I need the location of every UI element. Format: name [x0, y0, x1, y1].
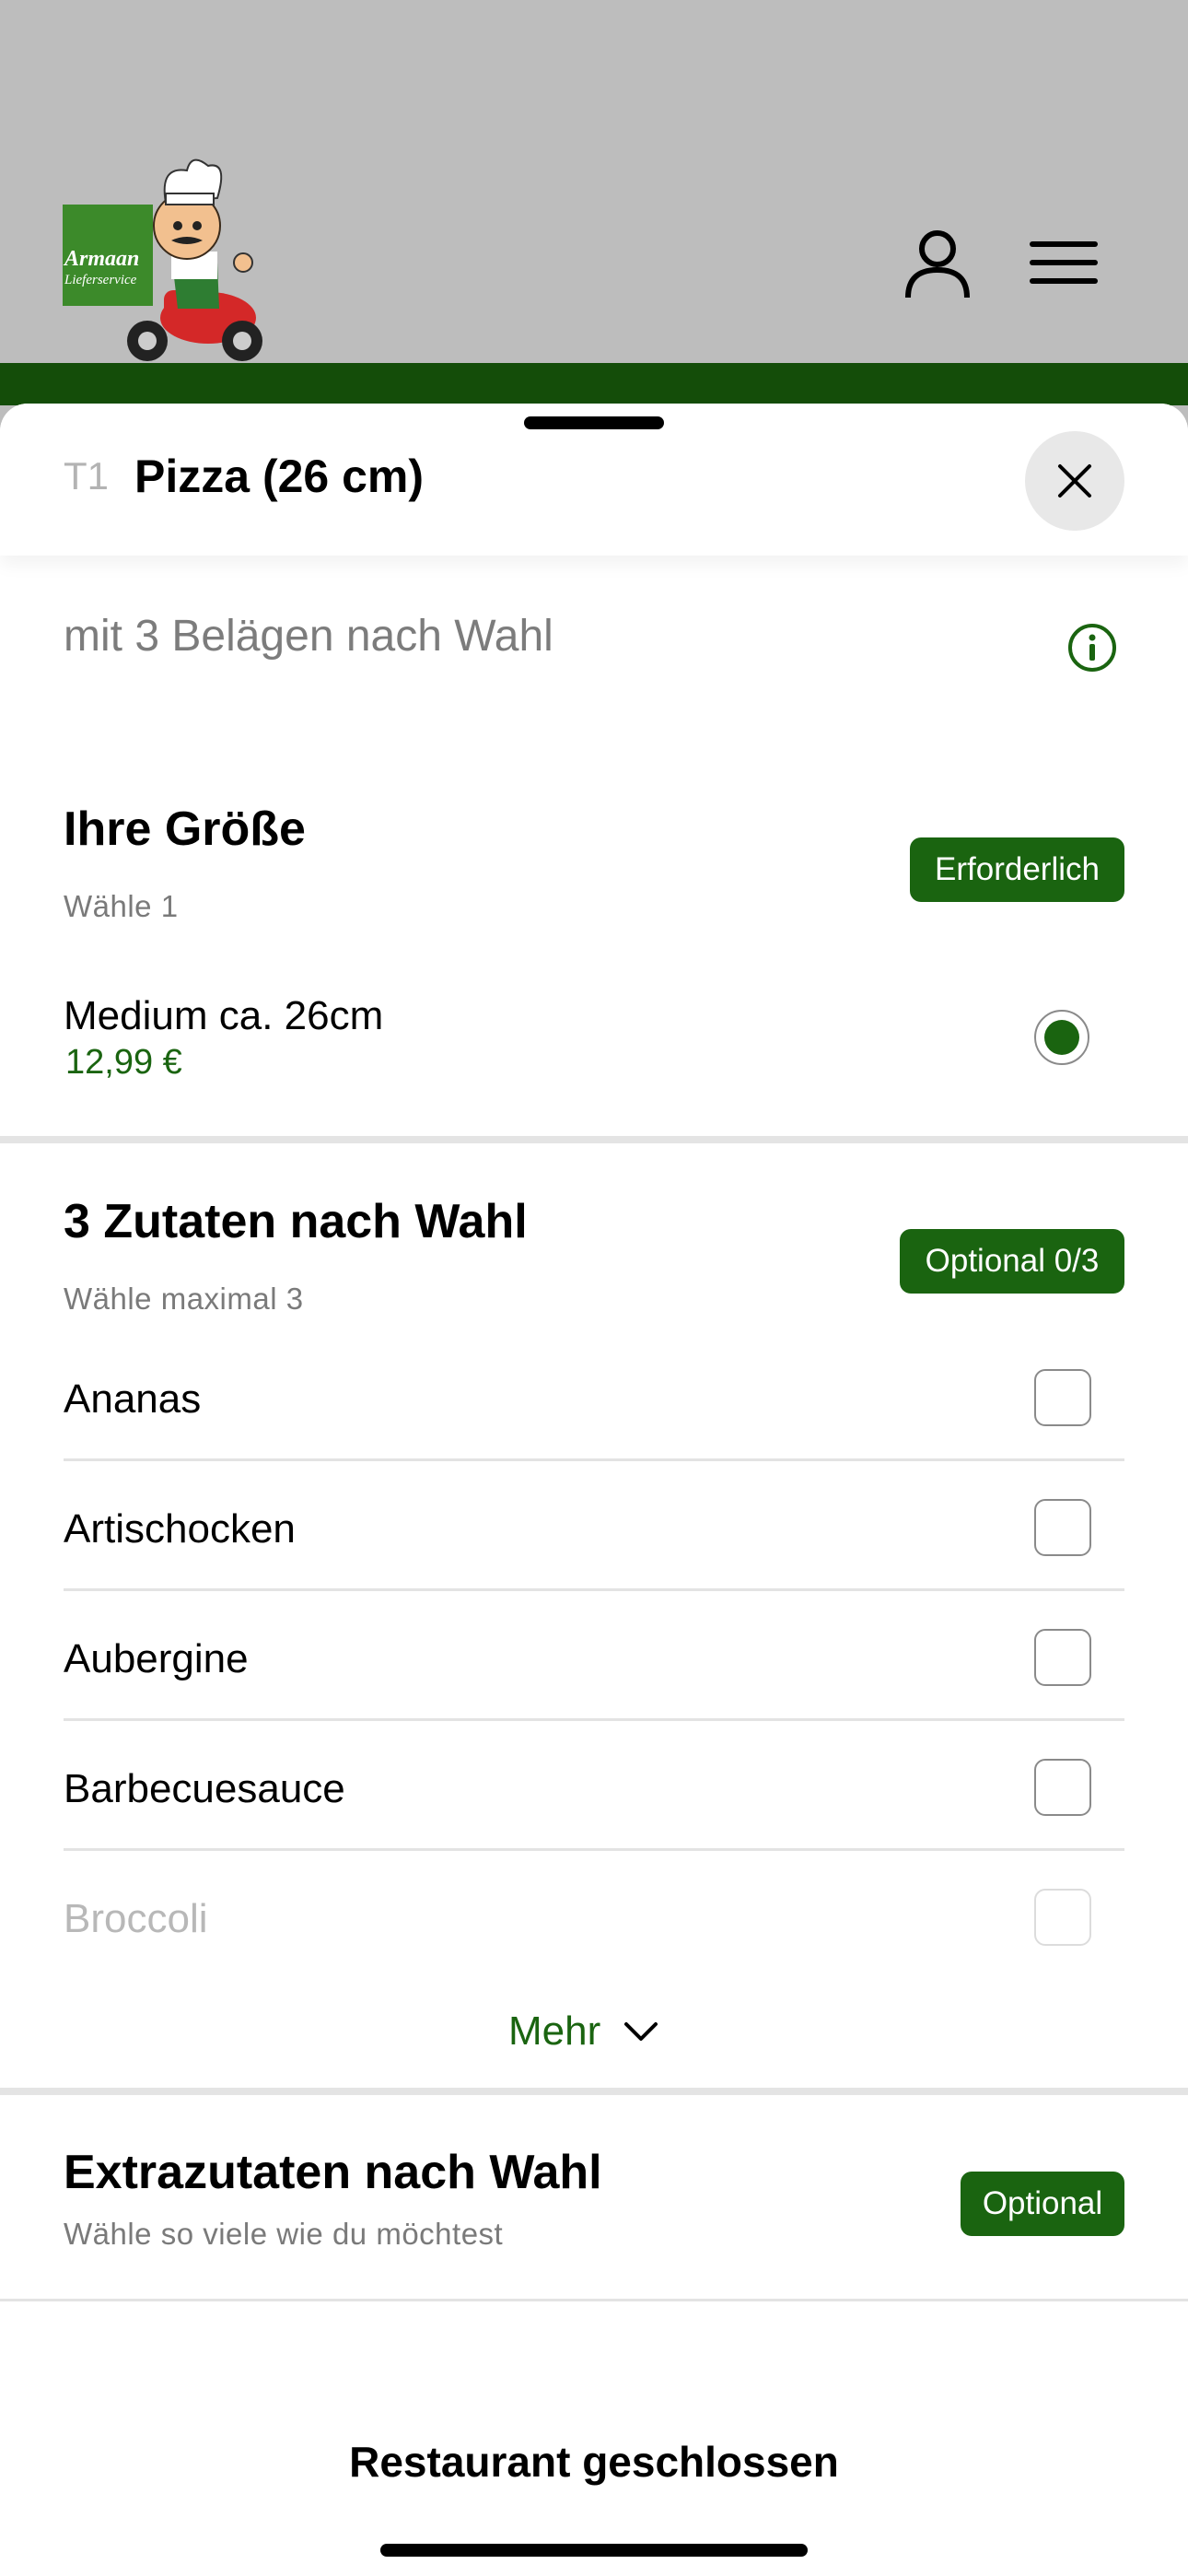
size-option-radio[interactable] [1034, 1010, 1089, 1065]
logo-text-lieferservice: Lieferservice [64, 273, 137, 287]
optional-badge: Optional [961, 2172, 1124, 2236]
sheet-grabber[interactable] [524, 416, 664, 429]
person-icon[interactable] [901, 226, 974, 299]
header-green-bar [0, 363, 1188, 405]
topping-label: Barbecuesauce [64, 1766, 345, 1811]
topping-label: Broccoli [64, 1896, 208, 1941]
size-section-subtitle: Wähle 1 [64, 889, 179, 923]
item-code: T1 [64, 454, 110, 498]
chevron-down-icon [624, 2022, 658, 2041]
close-icon [1058, 464, 1091, 498]
topping-row-artischocken[interactable]: Artischocken [64, 1462, 1124, 1591]
topping-checkbox[interactable] [1034, 1759, 1091, 1816]
topping-label: Artischocken [64, 1506, 296, 1551]
toppings-section-title: 3 Zutaten nach Wahl [64, 1195, 528, 1248]
size-option-price: 12,99 € [65, 1043, 182, 1082]
topping-checkbox[interactable] [1034, 1499, 1091, 1556]
restaurant-closed-status: Restaurant geschlossen [349, 2438, 839, 2486]
more-toppings-button[interactable]: Mehr [508, 2008, 659, 2055]
topping-checkbox[interactable] [1034, 1629, 1091, 1686]
size-option-name: Medium ca. 26cm [64, 993, 384, 1038]
item-description: mit 3 Belägen nach Wahl [64, 612, 553, 661]
item-detail-sheet: T1 Pizza (26 cm) mit 3 Belägen nach Wahl… [0, 404, 1188, 2576]
optional-count-badge: Optional 0/3 [900, 1229, 1124, 1294]
restaurant-logo[interactable]: Armaan Lieferservice [63, 152, 274, 369]
required-badge: Erforderlich [910, 837, 1124, 902]
extras-section-title: Extrazutaten nach Wahl [64, 2146, 602, 2199]
section-divider [0, 1136, 1188, 1143]
toppings-section-subtitle: Wähle maximal 3 [64, 1282, 304, 1316]
footer-divider [0, 2299, 1188, 2301]
info-icon[interactable] [1066, 622, 1118, 673]
more-label: Mehr [508, 2008, 601, 2054]
hamburger-menu-icon[interactable] [1027, 226, 1101, 299]
sheet-header: T1 Pizza (26 cm) [0, 404, 1188, 556]
topping-checkbox[interactable] [1034, 1889, 1091, 1946]
size-section-title: Ihre Größe [64, 802, 306, 856]
topping-label: Aubergine [64, 1636, 249, 1681]
item-title: Pizza (26 cm) [134, 451, 425, 502]
extras-section-subtitle: Wähle so viele wie du möchtest [64, 2217, 504, 2251]
topping-label: Ananas [64, 1376, 202, 1422]
home-indicator[interactable] [380, 2544, 808, 2557]
topping-row-broccoli[interactable]: Broccoli [64, 1852, 1124, 1981]
topping-checkbox[interactable] [1034, 1369, 1091, 1426]
topping-row-ananas[interactable]: Ananas [64, 1332, 1124, 1461]
topping-row-aubergine[interactable]: Aubergine [64, 1592, 1124, 1721]
section-divider [0, 2088, 1188, 2095]
close-button[interactable] [1025, 431, 1124, 531]
topping-row-barbecuesauce[interactable]: Barbecuesauce [64, 1722, 1124, 1851]
logo-text-armaan: Armaan [63, 247, 139, 271]
